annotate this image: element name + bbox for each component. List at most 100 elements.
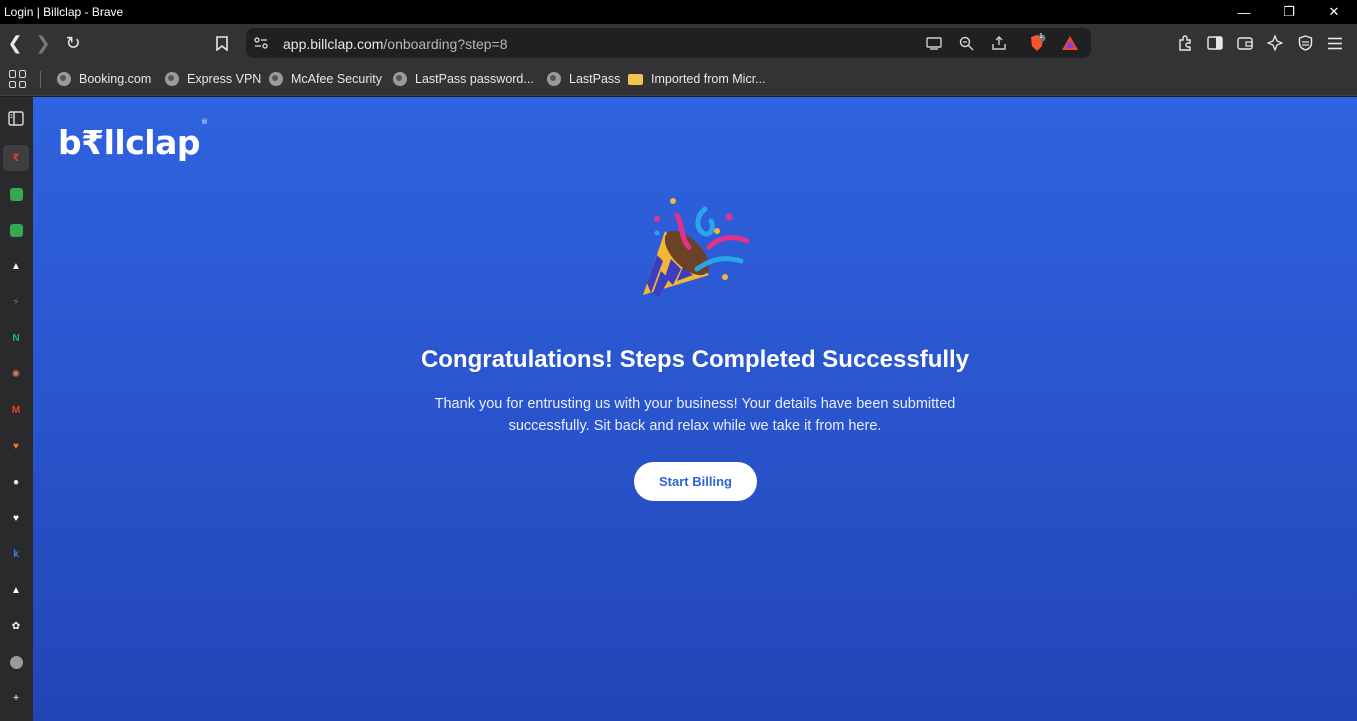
install-app-icon[interactable]: [923, 32, 945, 54]
bookmark-label: LastPass: [569, 72, 621, 86]
share-icon[interactable]: [988, 32, 1010, 54]
page-heading: Congratulations! Steps Completed Success…: [420, 346, 970, 373]
success-message: Thank you for entrusting us with your bu…: [434, 396, 956, 434]
extensions-button[interactable]: [1172, 30, 1198, 56]
forward-button[interactable]: ❯: [30, 30, 56, 56]
globe-icon: [269, 72, 283, 86]
restore-button[interactable]: ❐: [1266, 0, 1312, 24]
shields-count: 1: [1039, 33, 1043, 40]
sidebar-item-globe-app[interactable]: [3, 649, 29, 675]
heart-app-icon: ♥: [13, 440, 19, 452]
openai-icon: ✿: [11, 620, 21, 632]
bookmark-page-button[interactable]: [209, 30, 235, 56]
back-arrow-icon: ❮: [7, 32, 23, 53]
sidebar-item-heart-app[interactable]: ♥: [3, 433, 29, 459]
bookmarks-divider: [40, 71, 41, 88]
zoom-icon[interactable]: [955, 32, 977, 54]
shield-icon: [1298, 35, 1312, 51]
globe-icon: [547, 72, 561, 86]
site-info-icon[interactable]: [250, 32, 272, 54]
folder-icon: [628, 73, 643, 85]
sidebar-item-triangle-app-icon-2[interactable]: ▲: [3, 577, 29, 603]
triangle-app-icon: ▲: [11, 260, 21, 272]
url-path: /onboarding?step=8: [383, 36, 508, 52]
wallet-button[interactable]: [1232, 30, 1258, 56]
sidebar-item-bolt-app[interactable]: ⚡: [3, 289, 29, 315]
sidebar-item-gmail[interactable]: M: [3, 397, 29, 423]
sidebar-toggle-button[interactable]: [1202, 30, 1228, 56]
globe-app-icon: [9, 655, 23, 669]
minimize-icon: —: [1237, 4, 1251, 20]
close-window-button[interactable]: ✕: [1311, 0, 1357, 24]
url-text[interactable]: app.billclap.com/onboarding?step=8: [283, 36, 508, 52]
sidebar-item-rupee-app[interactable]: ₹: [3, 145, 29, 171]
k-app-icon: k: [13, 548, 19, 560]
add-icon: +: [13, 692, 19, 704]
bookmark-label: Booking.com: [79, 72, 152, 86]
bookmark-booking[interactable]: Booking.com: [57, 70, 151, 88]
sidebar-item-google-meet[interactable]: [3, 181, 29, 207]
rupee-app-icon: ₹: [12, 152, 20, 164]
bookmark-label: McAfee Security: [291, 72, 383, 86]
sidebar-item-heart-white[interactable]: ♥: [3, 505, 29, 531]
sidebar-item-n-app[interactable]: N: [3, 325, 29, 351]
reload-icon: ↻: [65, 32, 81, 53]
billclap-logo[interactable]: b₹llclap®: [58, 118, 208, 162]
sparkle-icon: [1267, 35, 1283, 51]
sidebar-item-openai[interactable]: ✿: [3, 613, 29, 639]
sidebar-panel-icon: [8, 110, 24, 126]
bookmark-label: Imported from Micr...: [651, 72, 766, 86]
claude-icon: ✺: [11, 368, 21, 380]
sidebar-item-google-meet-icon-2[interactable]: [3, 217, 29, 243]
address-bar[interactable]: app.billclap.com/onboarding?step=8 1: [246, 28, 1091, 58]
window-title: Login | Billclap - Brave: [4, 5, 124, 19]
google-meet-icon: [9, 187, 23, 201]
bookmarks-bar: Booking.com Express VPN McAfee Security …: [0, 62, 1357, 96]
globe-icon: [57, 72, 71, 86]
n-app-icon: N: [12, 332, 20, 344]
apps-grid-icon[interactable]: [9, 70, 27, 88]
google-meet-icon-2: [9, 223, 23, 237]
sidebar-item-add[interactable]: +: [3, 685, 29, 711]
bookmark-express-vpn[interactable]: Express VPN: [165, 70, 261, 88]
logo-text: b₹llclap: [58, 123, 200, 162]
bookmark-lastpass-password[interactable]: LastPass password...: [393, 70, 534, 88]
sidebar-item-triangle-app[interactable]: ▲: [3, 253, 29, 279]
url-host: app.billclap.com: [283, 36, 384, 52]
reload-button[interactable]: ↻: [60, 30, 86, 56]
window-titlebar: Login | Billclap - Brave — ❐ ✕: [0, 0, 1357, 24]
bookmark-folder-imported[interactable]: Imported from Micr...: [628, 70, 766, 88]
wallet-icon: [1237, 37, 1253, 50]
sidebar-item-claude[interactable]: ✺: [3, 361, 29, 387]
bookmark-icon: [216, 35, 228, 51]
browser-toolbar: ❮ ❯ ↻ app.billclap.com/onboarding?step=8…: [0, 24, 1357, 62]
brave-shields-icon[interactable]: 1: [1026, 32, 1048, 54]
sidebar-panel-toggle[interactable]: [3, 105, 29, 131]
main-menu-button[interactable]: [1322, 30, 1348, 56]
sidebar-item-github[interactable]: ●: [3, 469, 29, 495]
leo-ai-button[interactable]: [1262, 30, 1288, 56]
vpn-button[interactable]: [1292, 30, 1318, 56]
triangle-app-icon-2: ▲: [11, 584, 21, 596]
sidebar-panel-icon: [1207, 36, 1223, 50]
sidebar-item-k-app[interactable]: k: [3, 541, 29, 567]
party-popper-icon: [643, 198, 750, 297]
back-button[interactable]: ❮: [2, 30, 28, 56]
puzzle-icon: [1179, 35, 1191, 51]
forward-arrow-icon: ❯: [35, 32, 51, 53]
globe-icon: [165, 72, 179, 86]
restore-icon: ❐: [1283, 4, 1295, 19]
start-billing-button[interactable]: Start Billing: [634, 462, 757, 501]
github-icon: ●: [12, 476, 20, 488]
bookmark-mcafee[interactable]: McAfee Security: [269, 70, 382, 88]
close-icon: ✕: [1328, 4, 1340, 19]
minimize-button[interactable]: —: [1221, 0, 1267, 24]
bolt-app-icon: ⚡: [12, 296, 20, 308]
registered-mark: ®: [200, 118, 208, 126]
onboarding-page: b₹llclap® Congratulations! Steps Complet…: [33, 97, 1357, 721]
bookmark-lastpass[interactable]: LastPass: [547, 70, 620, 88]
globe-icon: [393, 72, 407, 86]
bookmark-label: Express VPN: [187, 72, 262, 86]
brave-rewards-icon[interactable]: [1059, 32, 1081, 54]
heart-white-icon: ♥: [13, 512, 19, 524]
